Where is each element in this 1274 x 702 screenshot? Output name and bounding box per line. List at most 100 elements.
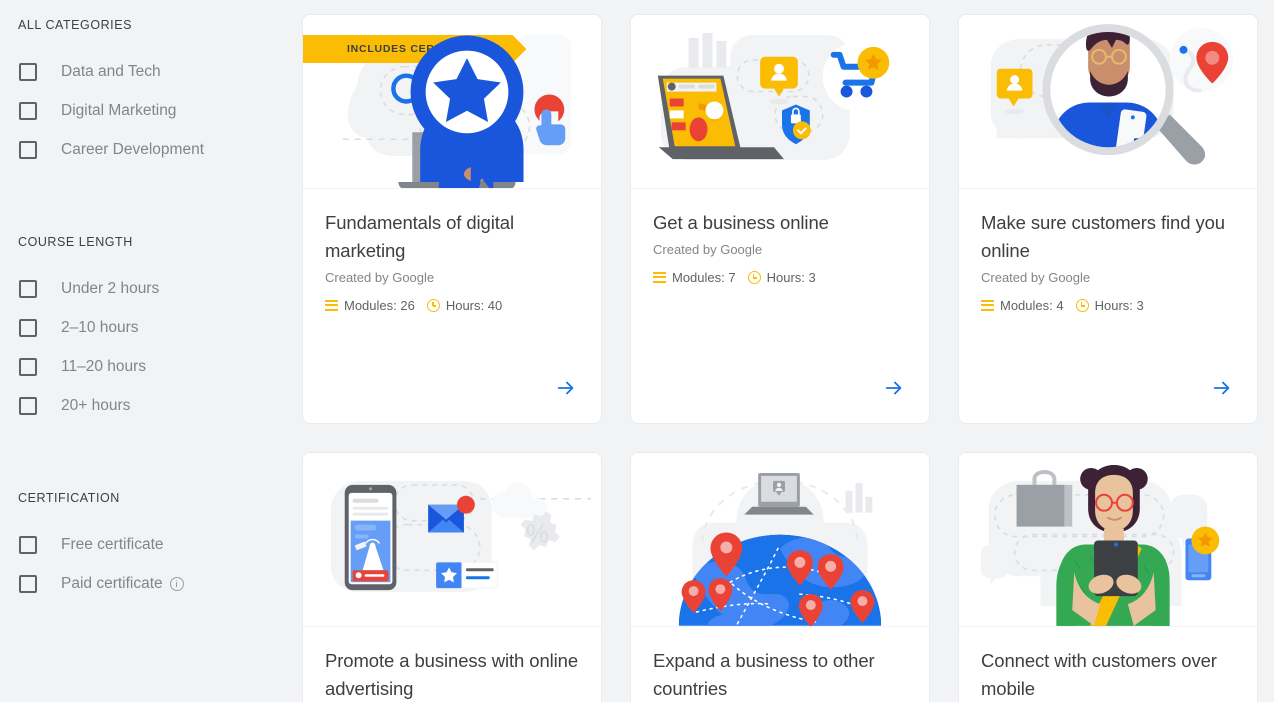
course-open-button[interactable] [881,375,907,401]
checkbox-11-20-hours[interactable] [19,357,37,376]
course-title: Make sure customers find you online [981,212,1225,261]
course-meta: Modules: 7 Hours: 3 [653,270,907,285]
checkbox-career-development[interactable] [19,140,37,159]
checkbox-free-certificate[interactable] [19,535,37,554]
filter-option-digital-marketing[interactable]: Digital Marketing [18,91,288,130]
info-icon[interactable] [169,576,184,591]
course-author: Created by Google [653,242,763,257]
course-card[interactable]: % Promote a business with online adverti… [302,452,602,702]
arrow-right-icon [557,381,574,395]
tablet-email-promo-illustration: % [330,480,592,593]
filters-sidebar: ALL CATEGORIES Data and Tech Digital Mar… [0,0,288,702]
course-catalog-page: ALL CATEGORIES Data and Tech Digital Mar… [0,0,1274,702]
modules-icon [653,272,666,283]
course-title: Connect with customers over mobile [981,650,1217,699]
filter-option-label: 11–20 hours [61,357,147,375]
course-thumbnail: INCLUDES CERTIFICATION [303,15,601,189]
filter-group-certification: CERTIFICATION Free certificate Paid cert… [18,483,288,603]
course-author: Created by Google [325,270,435,285]
hours-text: Hours: 3 [1094,298,1144,313]
course-card-body: Fundamentals of digital marketing Create… [303,189,601,375]
modules-text: Modules: 7 [672,270,736,285]
filter-group-title: COURSE LENGTH [18,235,133,249]
filter-option-under-2-hours[interactable]: Under 2 hours [18,269,288,308]
filter-group-title: ALL CATEGORIES [18,18,132,32]
filter-option-11-20-hours[interactable]: 11–20 hours [18,347,288,386]
laptop-shopping-cart-illustration [657,32,893,161]
course-meta: Modules: 26 Hours: 40 [325,298,579,313]
checkbox-paid-certificate[interactable] [19,574,37,593]
clock-icon [426,299,440,312]
certification-medal-icon [410,35,524,188]
course-title: Get a business online [653,212,829,233]
course-thumbnail [631,15,929,189]
filter-group-title: CERTIFICATION [18,491,120,505]
arrow-right-icon [1213,381,1230,395]
filter-option-2-10-hours[interactable]: 2–10 hours [18,308,288,347]
course-card-footer [303,375,601,423]
hours-meta: Hours: 3 [747,270,816,285]
filter-option-20-plus-hours[interactable]: 20+ hours [18,386,288,425]
course-open-button[interactable] [553,375,579,401]
course-thumbnail: % [303,453,601,627]
course-card-footer [959,375,1257,423]
hours-text: Hours: 3 [766,270,816,285]
man-with-phone-magnifier-illustration [990,24,1234,165]
checkbox-2-10-hours[interactable] [19,318,37,337]
course-card[interactable]: Get a business online Created by Google … [630,14,930,424]
hours-text: Hours: 40 [445,298,503,313]
checkbox-under-2-hours[interactable] [19,279,37,298]
course-card-body: Promote a business with online advertisi… [303,627,601,702]
modules-text: Modules: 4 [1000,298,1064,313]
course-grid-area: INCLUDES CERTIFICATION Fundamentals of d… [288,0,1274,702]
filter-option-career-development[interactable]: Career Development [18,130,288,169]
modules-icon [325,300,338,311]
checkbox-20-plus-hours[interactable] [19,396,37,415]
course-card[interactable]: INCLUDES CERTIFICATION Fundamentals of d… [302,14,602,424]
checkbox-digital-marketing[interactable] [19,101,37,120]
hours-meta: Hours: 40 [426,298,503,313]
filter-option-label: Data and Tech [61,62,161,80]
arrow-right-icon [885,381,902,395]
woman-with-phone-shopping-illustration [980,465,1220,626]
filter-option-label: Career Development [61,140,205,158]
filter-option-data-and-tech[interactable]: Data and Tech [18,52,288,91]
checkbox-data-and-tech[interactable] [19,62,37,81]
modules-text: Modules: 26 [344,298,415,313]
course-open-button[interactable] [1209,375,1235,401]
filter-option-label: Paid certificate [61,574,163,592]
course-thumbnail [959,453,1257,627]
filter-option-label: Under 2 hours [61,279,160,297]
course-card-footer [631,375,929,423]
course-card-body: Make sure customers find you online Crea… [959,189,1257,375]
course-author: Created by Google [981,270,1091,285]
course-thumbnail [959,15,1257,189]
filter-option-free-certificate[interactable]: Free certificate [18,525,288,564]
course-thumbnail [631,453,929,627]
globe-with-map-pins-illustration [678,472,882,626]
course-grid: INCLUDES CERTIFICATION Fundamentals of d… [302,14,1262,702]
course-card[interactable]: Connect with customers over mobile [958,452,1258,702]
clock-icon [747,271,761,284]
svg-text:%: % [526,520,549,548]
filter-option-label: Digital Marketing [61,101,177,119]
filter-option-label: Free certificate [61,535,164,553]
course-card-body: Get a business online Created by Google … [631,189,929,375]
course-meta: Modules: 4 Hours: 3 [981,298,1235,313]
clock-icon [1075,299,1089,312]
filter-option-label: 20+ hours [61,396,131,414]
modules-meta: Modules: 4 [981,298,1064,313]
course-title: Expand a business to other countries [653,650,875,699]
filter-group-course-length: COURSE LENGTH Under 2 hours 2–10 hours 1… [18,227,288,425]
filter-option-label: 2–10 hours [61,318,139,336]
filter-group-all-categories: ALL CATEGORIES Data and Tech Digital Mar… [18,10,288,169]
course-card-body: Expand a business to other countries [631,627,929,702]
course-card-body: Connect with customers over mobile [959,627,1257,702]
filter-option-paid-certificate[interactable]: Paid certificate [18,564,288,603]
modules-meta: Modules: 7 [653,270,736,285]
course-card[interactable]: Expand a business to other countries [630,452,930,702]
modules-icon [981,300,994,311]
course-card[interactable]: Make sure customers find you online Crea… [958,14,1258,424]
